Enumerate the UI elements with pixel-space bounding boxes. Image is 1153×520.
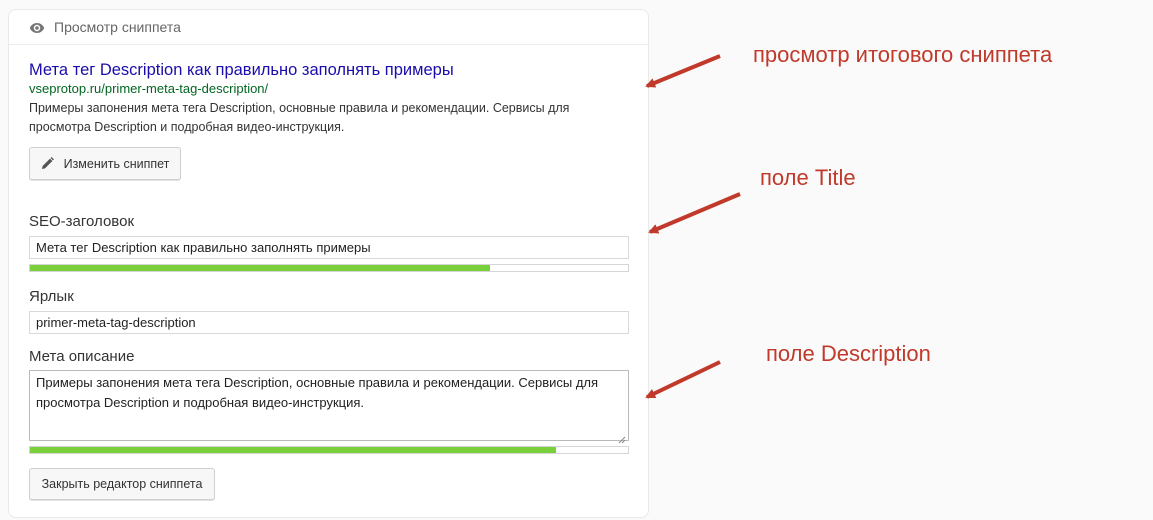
arrow-title — [648, 192, 741, 234]
arrow-preview — [645, 54, 721, 88]
annotation-arrows — [645, 54, 741, 399]
annotation-description-field: поле Description — [766, 341, 931, 366]
arrow-description — [645, 360, 721, 399]
annotation-preview: просмотр итогового сниппета — [753, 42, 1053, 67]
annotation-title-field: поле Title — [760, 165, 856, 190]
